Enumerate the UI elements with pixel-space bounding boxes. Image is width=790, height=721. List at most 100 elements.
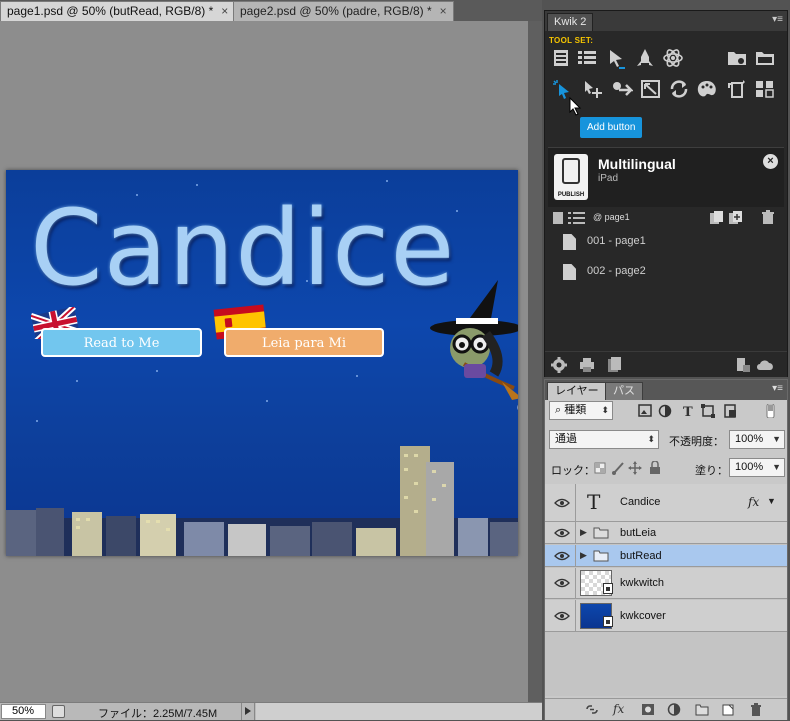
panel-menu-icon[interactable]: ▾≡ <box>772 383 783 394</box>
page-doc-icon <box>563 234 576 250</box>
fx-icon[interactable]: fx <box>613 702 624 716</box>
chevron-down-icon[interactable]: ▼ <box>772 431 781 448</box>
link-action-icon[interactable] <box>609 78 635 100</box>
eye-icon[interactable] <box>554 611 570 621</box>
fill-label: 塗り： <box>695 465 728 477</box>
lock-move-icon[interactable] <box>628 461 642 475</box>
horizontal-scrollbar[interactable] <box>256 703 542 720</box>
filter-type-icon[interactable]: T <box>683 405 693 420</box>
gear-icon[interactable] <box>551 357 567 373</box>
folder-open-icon[interactable] <box>753 47 777 69</box>
layer-row-kwkcover[interactable]: kwkcover <box>545 600 787 632</box>
leia-para-mi-button[interactable]: Leia para Mi <box>224 328 384 357</box>
new-group-icon[interactable] <box>695 703 709 716</box>
chevron-down-icon[interactable]: ▼ <box>767 496 776 506</box>
eye-icon[interactable] <box>554 498 570 508</box>
star <box>266 400 268 402</box>
layer-name: kwkwitch <box>620 577 665 589</box>
interaction-icon[interactable] <box>605 47 629 69</box>
trash-icon[interactable] <box>749 703 763 716</box>
text-layer-icon: T <box>587 490 601 514</box>
layer-row-candice[interactable]: T Candice fx ▼ <box>545 484 787 522</box>
rocket-icon[interactable] <box>633 47 657 69</box>
tab-page1[interactable]: page1.psd @ 50% (butRead, RGB/8) * × <box>0 1 236 21</box>
documents-icon[interactable] <box>607 356 623 373</box>
cloud-icon[interactable] <box>755 358 775 371</box>
kwik-bottom-toolbar <box>545 351 787 377</box>
filter-kind-select[interactable]: ⌕ 種類 ⬍ <box>549 401 613 420</box>
smart-object-icon <box>603 583 613 594</box>
list-icon[interactable] <box>575 47 599 69</box>
layout-icon[interactable] <box>753 78 777 100</box>
tab-kwik[interactable]: Kwik 2 <box>547 13 594 31</box>
tab-page1-label: page1.psd @ 50% (butRead, RGB/8) * <box>7 4 214 18</box>
resize-icon[interactable] <box>639 78 663 100</box>
kwik-tab-strip: Kwik 2 ▾≡ <box>545 11 787 31</box>
tab-page2-close-icon[interactable]: × <box>440 4 447 18</box>
tab-page2[interactable]: page2.psd @ 50% (padre, RGB/8) * × <box>233 1 454 21</box>
refresh-icon[interactable] <box>667 78 691 100</box>
vertical-scrollbar[interactable] <box>528 21 542 702</box>
lock-all-icon[interactable] <box>650 460 660 474</box>
rotate-device-icon[interactable] <box>725 78 749 100</box>
eye-icon[interactable] <box>554 551 570 561</box>
atom-icon[interactable] <box>661 47 685 69</box>
canvas-area[interactable]: Candice Read to Me Leia para Mi <box>0 21 528 702</box>
layer-name: kwkcover <box>620 610 666 622</box>
fill-value: 100% <box>735 461 764 473</box>
city-skyline <box>6 446 518 556</box>
close-project-icon[interactable]: × <box>763 154 778 169</box>
opacity-field[interactable]: 100% ▼ <box>729 430 785 449</box>
filter-toggle-icon[interactable] <box>766 403 775 419</box>
adjustment-layer-icon[interactable] <box>667 703 681 716</box>
add-page-icon[interactable] <box>728 210 744 225</box>
page-icon[interactable] <box>550 47 574 69</box>
panel-column: Kwik 2 ▾≡ TOOL SET: Add button PUBLISH M… <box>542 0 790 720</box>
zoom-field[interactable]: 50% <box>1 704 46 719</box>
opacity-value: 100% <box>735 433 764 445</box>
expand-arrow-icon[interactable]: ▶ <box>580 550 587 561</box>
page-list-icon[interactable] <box>568 211 586 225</box>
expand-arrow-icon[interactable]: ▶ <box>580 527 587 538</box>
filter-adjustment-icon[interactable] <box>658 404 672 418</box>
trash-icon[interactable] <box>761 210 775 225</box>
status-info-icon[interactable] <box>52 705 65 718</box>
duplicate-page-icon[interactable] <box>709 210 725 225</box>
layer-row-butleia[interactable]: ▶ butLeia <box>545 522 787 544</box>
artboard[interactable]: Candice Read to Me Leia para Mi <box>6 170 518 556</box>
eye-icon[interactable] <box>554 528 570 538</box>
new-layer-icon[interactable] <box>721 703 735 716</box>
device-install-icon[interactable] <box>735 357 751 373</box>
blend-mode-select[interactable]: 通過 ⬍ <box>549 430 659 449</box>
page-view-icon[interactable] <box>552 211 564 225</box>
eye-icon[interactable] <box>554 578 570 588</box>
link-icon[interactable] <box>585 703 599 716</box>
tab-paths[interactable]: パス <box>605 382 643 400</box>
lock-transparent-icon[interactable] <box>594 462 606 474</box>
folder-settings-icon[interactable] <box>725 47 749 69</box>
filter-pixel-icon[interactable] <box>638 404 652 417</box>
mouse-cursor-icon <box>569 97 582 116</box>
publish-ipad-icon[interactable]: PUBLISH <box>554 154 588 200</box>
tab-page1-close-icon[interactable]: × <box>221 4 228 18</box>
chevron-down-icon[interactable]: ▼ <box>772 459 781 476</box>
filter-smart-object-icon[interactable] <box>724 404 736 418</box>
drag-pointer-icon[interactable] <box>581 78 605 100</box>
printer-icon[interactable] <box>579 357 595 373</box>
page-doc-icon <box>563 264 576 280</box>
lock-label: ロック： <box>551 465 595 477</box>
palette-icon[interactable] <box>695 78 719 100</box>
fill-field[interactable]: 100% ▼ <box>729 458 785 477</box>
tab-layers[interactable]: レイヤー <box>547 382 607 400</box>
fx-icon[interactable]: fx <box>748 495 759 509</box>
status-menu-arrow-icon[interactable] <box>241 703 255 720</box>
lock-brush-icon[interactable] <box>612 462 624 475</box>
witch-character[interactable] <box>424 278 518 414</box>
panel-menu-icon[interactable]: ▾≡ <box>772 14 783 25</box>
mask-icon[interactable] <box>641 703 655 716</box>
layer-row-butread[interactable]: ▶ butRead <box>545 545 787 567</box>
filter-shape-icon[interactable] <box>701 404 715 418</box>
read-to-me-button[interactable]: Read to Me <box>41 328 202 357</box>
layer-row-kwkwitch[interactable]: kwkwitch <box>545 568 787 599</box>
pages-toolbar: @ page1 <box>548 208 784 228</box>
